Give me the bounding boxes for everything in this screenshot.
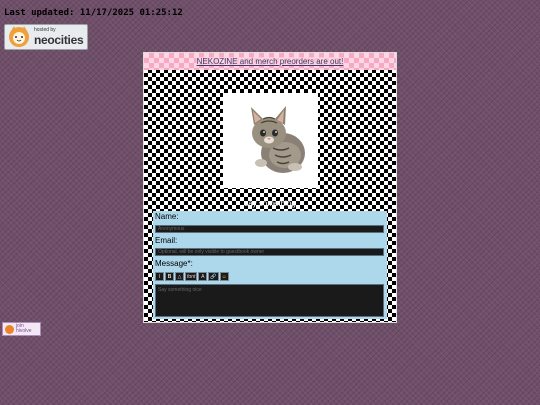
hivolve-badge[interactable]: join hivolve <box>2 322 41 336</box>
hivolve-line2: hivolve <box>16 328 32 334</box>
emoji-icon[interactable]: ☺ <box>219 272 229 281</box>
neocities-badge[interactable]: hosted by neocities <box>4 24 88 50</box>
font-icon[interactable]: font <box>185 272 198 281</box>
message-label: Message*: <box>155 259 193 268</box>
name-label: Name: <box>155 212 179 221</box>
formatting-toolbar: I B △ font A 🔗 ☺ <box>155 272 229 281</box>
email-label: Email: <box>155 236 178 245</box>
guestbook-panel: NEKOZINE and merch preorders are out! sa… <box>143 52 397 323</box>
kitten-picture <box>251 106 305 173</box>
announcement-banner: NEKOZINE and merch preorders are out! <box>144 53 396 70</box>
say-something-heading: say something <box>244 199 296 208</box>
banner-link[interactable]: NEKOZINE and merch preorders are out! <box>195 57 345 66</box>
name-input[interactable]: Anonymous <box>155 225 384 233</box>
italic-icon[interactable]: I <box>155 272 164 281</box>
neocities-badge-big: neocities <box>34 33 84 47</box>
hivolve-logo-icon <box>5 324 14 334</box>
message-textarea[interactable]: Say something nice <box>155 284 384 317</box>
neocities-cat-logo-icon <box>9 26 29 47</box>
spoiler-icon[interactable]: △ <box>175 272 184 281</box>
text-color-icon[interactable]: A <box>198 272 208 281</box>
last-updated-text: Last updated: 11/17/2025 01:25:12 <box>4 8 183 18</box>
bold-icon[interactable]: B <box>165 272 174 281</box>
link-icon[interactable]: 🔗 <box>208 272 219 281</box>
kitten-image <box>223 93 318 188</box>
email-input[interactable]: Optional, will be only visible to guestb… <box>155 248 384 256</box>
guestbook-form: Name: Anonymous Email: Optional, will be… <box>153 211 387 319</box>
